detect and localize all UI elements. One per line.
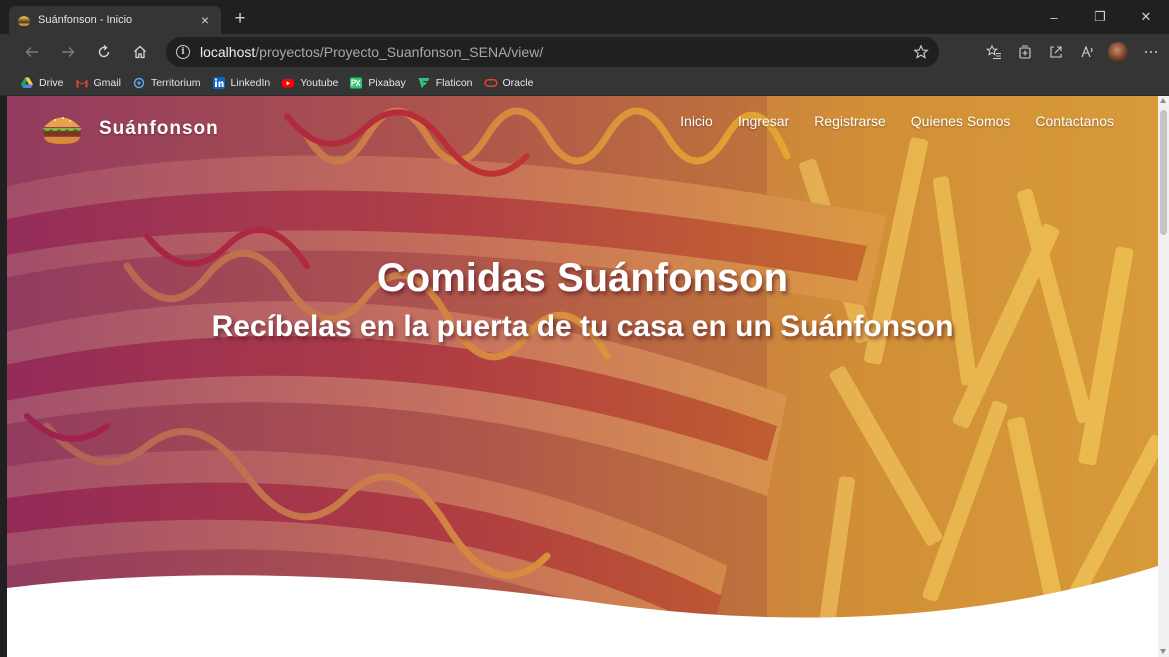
- hero-bottom-wave: [7, 566, 1158, 657]
- add-favorite-icon[interactable]: [913, 44, 929, 60]
- browser-toolbar: i localhost /proyectos/Proyecto_Suanfons…: [0, 34, 1169, 70]
- tab-suanfonson-inicio[interactable]: Suánfonson - Inicio ×: [9, 6, 221, 34]
- restore-button[interactable]: ❐: [1077, 0, 1123, 34]
- scroll-down-arrow-icon[interactable]: [1160, 649, 1166, 654]
- back-button[interactable]: [14, 37, 50, 67]
- bookmark-pixabay[interactable]: Pixabay: [349, 76, 406, 90]
- favorites-button[interactable]: [978, 37, 1009, 67]
- page-viewport: Suánfonson Inicio Ingresar Registrarse Q…: [7, 96, 1158, 657]
- bookmark-flaticon[interactable]: Flaticon: [417, 76, 473, 90]
- home-icon: [134, 45, 146, 59]
- close-window-button[interactable]: ✕: [1123, 0, 1169, 34]
- hero-subtitle: Recíbelas en la puerta de tu casa en un …: [211, 310, 954, 343]
- bookmark-label: Flaticon: [435, 76, 473, 89]
- read-aloud-icon: [1080, 45, 1093, 58]
- pixabay-icon: [350, 77, 363, 88]
- tab-title: Suánfonson - Inicio: [38, 14, 133, 26]
- site-info-icon[interactable]: i: [176, 45, 190, 59]
- share-button[interactable]: [1040, 37, 1071, 67]
- browser-window: Suánfonson - Inicio × + – ❐ ✕ i localhos…: [0, 0, 1169, 657]
- read-aloud-button[interactable]: [1071, 37, 1102, 67]
- new-tab-button[interactable]: +: [229, 6, 251, 34]
- main-nav: Inicio Ingresar Registrarse Quienes Somo…: [655, 113, 1114, 129]
- scrollbar-thumb[interactable]: [1160, 110, 1167, 235]
- profile-avatar: [1107, 42, 1128, 62]
- bookmark-territorium[interactable]: Territorium: [132, 76, 201, 90]
- youtube-icon: [282, 78, 295, 87]
- hero-color-overlay: [7, 96, 1158, 636]
- tab-close-icon[interactable]: ×: [197, 12, 213, 28]
- refresh-icon: [98, 44, 110, 58]
- url-path: /proyectos/Proyecto_Suanfonson_SENA/view…: [255, 44, 544, 60]
- flaticon-icon: [418, 77, 430, 88]
- collections-button[interactable]: [1009, 37, 1040, 67]
- nav-link-inicio[interactable]: Inicio: [680, 113, 713, 129]
- burger-logo-icon: [42, 117, 82, 144]
- drive-icon: [21, 77, 33, 88]
- settings-more-button[interactable]: [1133, 37, 1169, 67]
- bookmark-label: Pixabay: [368, 76, 406, 89]
- bookmark-label: Oracle: [502, 76, 534, 89]
- bookmarks-bar: Drive Gmail Territorium LinkedIn Youtube…: [0, 70, 1169, 96]
- bookmark-youtube[interactable]: Youtube: [281, 76, 338, 90]
- gmail-icon: [76, 79, 88, 87]
- back-arrow-icon: [25, 47, 38, 57]
- bookmark-oracle[interactable]: Oracle: [483, 76, 534, 90]
- bookmark-label: Youtube: [300, 76, 339, 89]
- brand-name: Suánfonson: [99, 118, 219, 139]
- burger-favicon-icon: [18, 15, 30, 26]
- territorium-icon: [133, 77, 145, 88]
- window-controls: – ❐ ✕: [1031, 0, 1169, 34]
- nav-link-quienes-somos[interactable]: Quienes Somos: [911, 113, 1011, 129]
- nav-link-ingresar[interactable]: Ingresar: [738, 113, 789, 129]
- hero-section: Suánfonson Inicio Ingresar Registrarse Q…: [7, 96, 1158, 636]
- hero-title: Comidas Suánfonson: [376, 256, 789, 300]
- bookmark-label: Drive: [39, 76, 64, 89]
- forward-button[interactable]: [50, 37, 86, 67]
- bookmark-drive[interactable]: Drive: [20, 76, 64, 90]
- tab-strip: Suánfonson - Inicio × + – ❐ ✕: [0, 0, 1169, 34]
- linkedin-icon: [212, 76, 225, 89]
- more-dots-icon: [1145, 51, 1157, 53]
- minimize-button[interactable]: –: [1031, 0, 1077, 34]
- page-scrollbar[interactable]: [1158, 96, 1169, 657]
- url-host: localhost: [200, 44, 256, 60]
- home-button[interactable]: [122, 37, 158, 67]
- oracle-icon: [483, 78, 498, 87]
- share-icon: [1049, 46, 1062, 58]
- collections-icon: [1018, 45, 1031, 59]
- profile-button[interactable]: [1102, 37, 1133, 67]
- brand-link[interactable]: Suánfonson: [39, 112, 219, 146]
- bookmark-label: Territorium: [150, 76, 201, 89]
- scroll-up-arrow-icon[interactable]: [1160, 98, 1166, 103]
- toolbar-actions: [978, 37, 1169, 67]
- forward-arrow-icon: [62, 47, 75, 57]
- bookmark-linkedin[interactable]: LinkedIn: [212, 76, 271, 90]
- favorites-list-icon: [985, 44, 1001, 60]
- nav-link-contactanos[interactable]: Contactanos: [1035, 113, 1114, 129]
- refresh-button[interactable]: [86, 37, 122, 67]
- nav-link-registrarse[interactable]: Registrarse: [814, 113, 886, 129]
- bookmark-gmail[interactable]: Gmail: [75, 76, 121, 90]
- address-bar[interactable]: i localhost /proyectos/Proyecto_Suanfons…: [166, 37, 939, 67]
- bookmark-label: Gmail: [93, 76, 121, 89]
- bookmark-label: LinkedIn: [230, 76, 271, 89]
